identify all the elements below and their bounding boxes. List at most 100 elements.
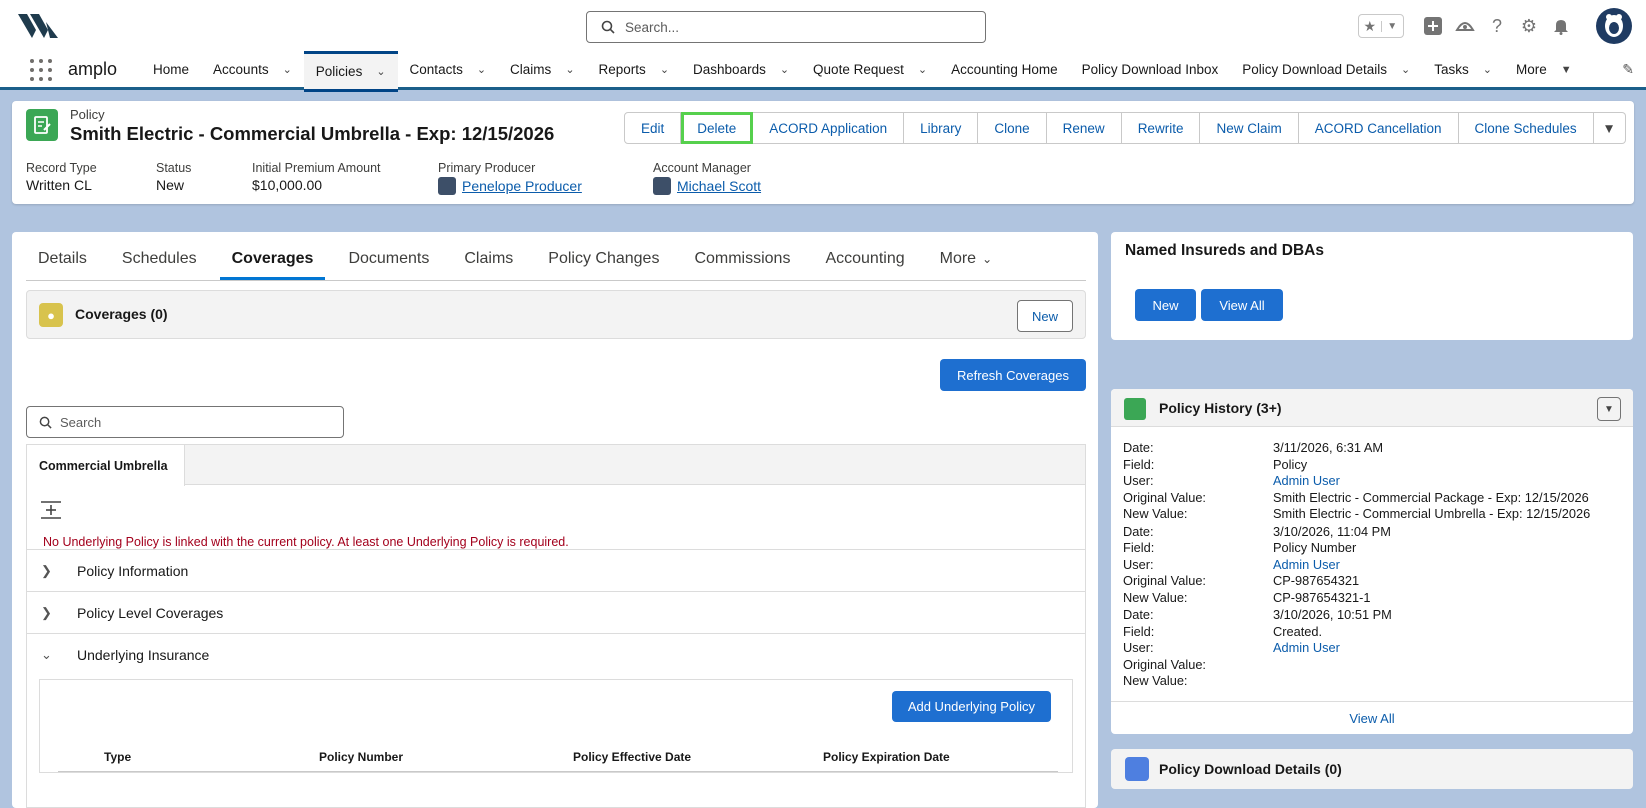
star-icon: ★ <box>1363 17 1377 34</box>
favorites-button[interactable]: ★ ▼ <box>1358 14 1404 38</box>
nav-item-policies[interactable]: Policies ⌄ <box>303 50 398 92</box>
trailhead-icon[interactable] <box>1454 15 1476 37</box>
nav-item-accounts[interactable]: Accounts ⌄ <box>201 51 304 89</box>
global-actions-plus-icon[interactable] <box>1422 15 1444 37</box>
coverage-search-placeholder: Search <box>60 414 102 430</box>
view-all-named-insureds-button[interactable]: View All <box>1201 289 1283 321</box>
chevron-down-icon[interactable]: ⌄ <box>1401 63 1410 76</box>
gear-icon[interactable]: ⚙ <box>1518 15 1540 37</box>
nav-item-dashboards[interactable]: Dashboards ⌄ <box>681 51 801 89</box>
nav-item-policy-download-details[interactable]: Policy Download Details ⌄ <box>1230 51 1422 89</box>
nav-item-accounting-home[interactable]: Accounting Home <box>939 51 1070 89</box>
chevron-down-icon[interactable]: ⌄ <box>283 63 292 76</box>
search-icon <box>39 416 52 429</box>
date-value: 3/11/2026, 6:31 AM <box>1273 440 1384 455</box>
record-object-label: Policy <box>70 107 105 122</box>
new-coverage-button[interactable]: New <box>1016 300 1073 332</box>
notifications-bell-icon[interactable] <box>1550 15 1572 37</box>
expand-all-icon[interactable] <box>40 501 62 524</box>
global-search-input[interactable]: Search... <box>586 11 986 43</box>
renew-button[interactable]: Renew <box>1046 112 1122 144</box>
amplo-logo-icon[interactable] <box>18 12 58 43</box>
policy-download-title: Policy Download Details (0) <box>1159 761 1342 777</box>
column-header-policy-number[interactable]: Policy Number <box>319 750 403 764</box>
user-label: User: <box>1123 640 1154 655</box>
section-policy-level-coverages[interactable]: ❯ Policy Level Coverages <box>27 591 1085 633</box>
more-actions-chevron-down-icon[interactable]: ▼ <box>1593 112 1626 144</box>
tab-policy-changes[interactable]: Policy Changes <box>536 250 671 280</box>
account-manager-link[interactable]: Michael Scott <box>677 178 761 194</box>
chevron-down-icon[interactable]: ▼ <box>1561 64 1572 76</box>
acord-application-button[interactable]: ACORD Application <box>753 112 905 144</box>
nav-item-reports[interactable]: Reports ⌄ <box>587 51 682 89</box>
add-underlying-policy-button[interactable]: Add Underlying Policy <box>891 691 1051 722</box>
user-label: User: <box>1123 473 1154 488</box>
date-label: Date: <box>1123 440 1154 455</box>
tab-schedules[interactable]: Schedules <box>110 250 209 280</box>
nav-item-more[interactable]: More ▼ <box>1504 51 1584 89</box>
coverage-search-input[interactable]: Search <box>26 406 344 438</box>
refresh-coverages-button[interactable]: Refresh Coverages <box>940 359 1086 391</box>
date-value: 3/10/2026, 11:04 PM <box>1273 523 1391 539</box>
coverage-apple-icon: ● <box>39 303 63 327</box>
tab-claims[interactable]: Claims <box>452 250 525 280</box>
column-header-effective-date[interactable]: Policy Effective Date <box>573 750 691 764</box>
chevron-down-icon[interactable]: ⌄ <box>780 63 789 76</box>
new-claim-button[interactable]: New Claim <box>1200 112 1299 144</box>
tab-coverages[interactable]: Coverages <box>219 250 326 280</box>
user-icon <box>438 177 456 195</box>
tab-commissions[interactable]: Commissions <box>682 250 802 280</box>
date-label: Date: <box>1123 523 1154 539</box>
coverages-header: ● Coverages (0) New <box>26 290 1086 339</box>
nav-item-label: Home <box>153 62 190 77</box>
tab-accounting[interactable]: Accounting <box>813 250 916 280</box>
user-link[interactable]: Admin User <box>1273 557 1340 572</box>
chevron-down-icon: ▼ <box>1380 20 1404 32</box>
chevron-down-icon[interactable]: ⌄ <box>565 63 574 76</box>
nav-item-home[interactable]: Home <box>141 51 201 89</box>
column-header-expiration-date[interactable]: Policy Expiration Date <box>823 750 950 764</box>
nav-item-claims[interactable]: Claims ⌄ <box>498 51 586 89</box>
edit-button[interactable]: Edit <box>624 112 682 144</box>
chevron-down-icon[interactable]: ⌄ <box>1483 63 1492 76</box>
app-launcher-icon[interactable] <box>30 58 52 81</box>
history-entry: Date: 3/10/2026, 10:51 PM Field: Created. … <box>1123 607 1590 690</box>
nav-item-policy-download-inbox[interactable]: Policy Download Inbox <box>1070 51 1231 89</box>
underlying-policy-error: No Underlying Policy is linked with the … <box>43 535 569 549</box>
tab-details[interactable]: Details <box>26 250 99 280</box>
tab-commercial-umbrella[interactable]: Commercial Umbrella <box>27 445 185 486</box>
acord-cancellation-button[interactable]: ACORD Cancellation <box>1298 112 1459 144</box>
section-underlying-insurance[interactable]: ⌄ Underlying Insurance <box>27 633 1085 675</box>
chevron-down-icon[interactable]: ⌄ <box>660 63 669 76</box>
column-header-type[interactable]: Type <box>104 750 131 764</box>
new-value-label: New Value: <box>1123 673 1188 688</box>
tab-documents[interactable]: Documents <box>336 250 441 280</box>
chevron-down-icon[interactable]: ⌄ <box>918 63 927 76</box>
new-value-label: New Value: <box>1123 589 1188 605</box>
chevron-down-icon[interactable]: ⌄ <box>477 63 486 76</box>
history-menu-chevron-down-icon[interactable]: ▼ <box>1597 397 1621 421</box>
help-icon[interactable]: ? <box>1486 15 1508 37</box>
new-named-insured-button[interactable]: New <box>1135 289 1196 321</box>
user-avatar[interactable] <box>1596 8 1632 44</box>
delete-button[interactable]: Delete <box>681 112 754 144</box>
nav-item-tasks[interactable]: Tasks ⌄ <box>1422 51 1504 89</box>
library-button[interactable]: Library <box>904 112 979 144</box>
view-all-history-link[interactable]: View All <box>1111 701 1633 734</box>
clone-schedules-button[interactable]: Clone Schedules <box>1458 112 1594 144</box>
nav-item-quote-request[interactable]: Quote Request ⌄ <box>801 51 939 89</box>
record-type-value: Written CL <box>26 177 92 193</box>
field-label: Field: <box>1123 456 1155 472</box>
producer-link[interactable]: Penelope Producer <box>462 178 582 194</box>
user-link[interactable]: Admin User <box>1273 473 1340 488</box>
rewrite-button[interactable]: Rewrite <box>1121 112 1201 144</box>
nav-item-contacts[interactable]: Contacts ⌄ <box>398 51 499 89</box>
clone-button[interactable]: Clone <box>978 112 1047 144</box>
edit-nav-pencil-icon[interactable]: ✎ <box>1622 61 1634 78</box>
chevron-down-icon[interactable]: ⌄ <box>376 65 385 78</box>
user-link[interactable]: Admin User <box>1273 640 1340 655</box>
nav-item-label: Dashboards <box>693 62 766 77</box>
tab-more[interactable]: More ⌄ <box>928 250 1005 280</box>
section-policy-information[interactable]: ❯ Policy Information <box>27 549 1085 591</box>
record-title: Smith Electric - Commercial Umbrella - E… <box>70 123 555 144</box>
